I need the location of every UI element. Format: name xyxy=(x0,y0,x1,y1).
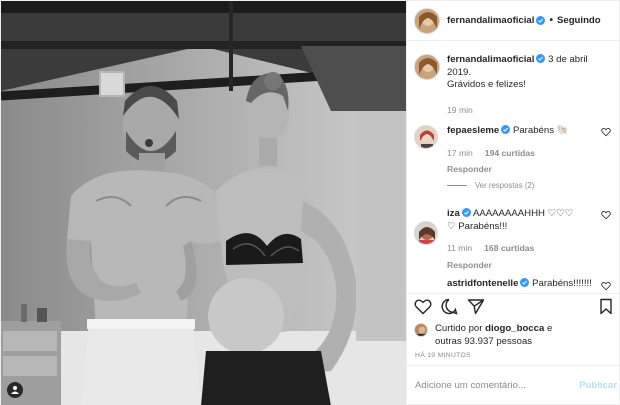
share-icon[interactable] xyxy=(467,298,485,315)
avatar[interactable] xyxy=(414,54,440,80)
comment-username[interactable]: fepaesleme xyxy=(447,125,499,136)
caption-username[interactable]: fernandalimaoficial xyxy=(447,54,534,65)
avatar[interactable] xyxy=(414,125,438,149)
caption-text: Grávidos e felizes! xyxy=(447,79,526,90)
post-header: fernandalimaoficial • Seguindo xyxy=(407,1,620,41)
likes-middle: e xyxy=(546,323,553,334)
comment-item: astridfontenelle Parabéns!!!!!!! xyxy=(414,278,614,293)
comment-likes[interactable]: 168 curtidas xyxy=(484,243,534,253)
verified-icon xyxy=(520,278,530,287)
verified-icon xyxy=(501,125,511,134)
comment-item: fepaesleme Parabéns 🐚 17 min 194 curtidas… xyxy=(414,125,614,175)
caption: fernandalimaoficial 3 de abril 2019. Grá… xyxy=(414,54,614,115)
comment-time: 17 min xyxy=(447,147,473,158)
shell-emoji: 🐚 xyxy=(556,125,569,136)
likes-user[interactable]: diogo_bocca xyxy=(485,323,544,334)
comment-input[interactable] xyxy=(415,380,575,391)
comment-text: AAAAAAAAHHH ♡♡♡ xyxy=(472,208,574,219)
post-photo[interactable] xyxy=(1,1,406,405)
reply-button[interactable]: Responder xyxy=(447,259,492,272)
reply-button[interactable]: Responder xyxy=(447,163,492,176)
user-tag-button[interactable] xyxy=(7,382,23,398)
view-replies-label: Ver respostas (2) xyxy=(475,181,535,190)
heart-icon[interactable] xyxy=(601,210,611,220)
post-timestamp[interactable]: HÁ 19 MINUTOS xyxy=(415,352,471,359)
instagram-post: fernandalimaoficial • Seguindo fernandal… xyxy=(0,0,620,405)
likes-prefix: Curtido por xyxy=(435,323,483,334)
separator-dot: • xyxy=(549,15,553,26)
avatar[interactable] xyxy=(414,7,440,34)
bookmark-icon[interactable] xyxy=(598,298,614,315)
add-comment-bar: Publicar xyxy=(407,365,620,405)
comment-text: Parabéns xyxy=(512,125,555,136)
likes-others[interactable]: outras 93.937 pessoas xyxy=(435,336,532,347)
comments-list: fernandalimaoficial 3 de abril 2019. Grá… xyxy=(407,41,620,293)
comment-text: Parabéns!!!!!!! xyxy=(532,278,592,289)
comment-item: iza AAAAAAAAHHH ♡♡♡ ♡ Parabéns!!! 11 min… xyxy=(414,208,614,270)
photo-image xyxy=(1,1,406,405)
heart-icon[interactable] xyxy=(601,281,611,291)
following-button[interactable]: Seguindo xyxy=(557,15,601,26)
view-replies-button[interactable]: Ver respostas (2) xyxy=(447,181,534,190)
comment-time: 11 min xyxy=(447,243,473,253)
comment-username[interactable]: astridfontenelle xyxy=(447,278,518,289)
verified-icon xyxy=(536,16,546,25)
caption-time: 19 min xyxy=(447,104,473,115)
avatar[interactable] xyxy=(414,221,438,245)
publish-button[interactable]: Publicar xyxy=(579,380,617,391)
verified-icon xyxy=(536,54,546,63)
post-sidebar: fernandalimaoficial • Seguindo fernandal… xyxy=(406,1,620,405)
header-username[interactable]: fernandalimaoficial xyxy=(447,15,534,26)
comment-icon[interactable] xyxy=(440,298,458,315)
avatar[interactable] xyxy=(414,323,428,337)
user-tag-icon xyxy=(11,386,19,394)
heart-icon[interactable] xyxy=(414,298,432,315)
comment-username[interactable]: iza xyxy=(447,208,460,219)
comment-likes[interactable]: 194 curtidas xyxy=(485,148,535,158)
comment-text-cont: ♡ Parabéns!!! xyxy=(447,220,508,232)
heart-icon[interactable] xyxy=(601,127,611,137)
verified-icon xyxy=(461,208,471,217)
